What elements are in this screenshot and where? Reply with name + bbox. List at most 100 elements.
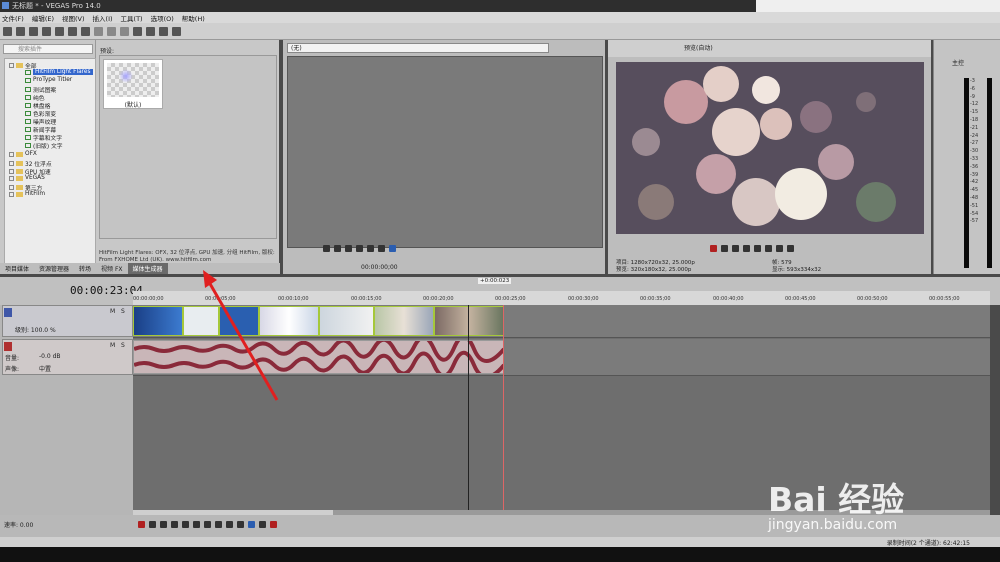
video-clip[interactable] xyxy=(434,306,504,336)
pause-icon[interactable] xyxy=(345,245,352,252)
preset-description: HitFilm Light Flares: OFX, 32 位浮点, GPU 加… xyxy=(99,250,275,263)
volume-value[interactable]: -0.0 dB xyxy=(39,353,61,360)
tree-item-ofx[interactable]: OFX xyxy=(9,151,37,157)
snapping-icon[interactable] xyxy=(259,521,266,528)
play-from-start-icon[interactable] xyxy=(160,521,167,528)
pause-icon[interactable] xyxy=(754,245,761,252)
tree-item-legacy-text[interactable]: (旧版) 文字 xyxy=(25,141,63,150)
stop-icon[interactable] xyxy=(356,245,363,252)
tab-video-fx[interactable]: 视频 FX xyxy=(96,263,127,274)
open-file-icon[interactable] xyxy=(16,26,25,36)
solo-button[interactable]: S xyxy=(121,342,125,349)
tree-item-vegas[interactable]: VEGAS xyxy=(9,175,45,181)
video-track-header[interactable]: 级别: 100.0 % M S xyxy=(2,305,133,337)
play-icon[interactable] xyxy=(743,245,750,252)
save-as-icon[interactable] xyxy=(42,26,51,36)
preview-info-right: 帧: 579 显示: 593x334x32 xyxy=(772,260,822,273)
menu-edit[interactable]: 编辑(E) xyxy=(32,13,54,23)
audio-track-header[interactable]: 音量: -0.0 dB 声像: 中置 M S xyxy=(2,339,133,375)
save-icon[interactable] xyxy=(29,26,38,36)
record-icon[interactable] xyxy=(710,245,717,252)
current-time-display: 00:00:23:04 xyxy=(70,284,143,297)
master-bus-panel: 主控 -3 -6 -9 -12 -15 -18 -21 -24 -27 -30 -33 -36 -39-… xyxy=(933,40,1000,274)
next-frame-icon[interactable] xyxy=(378,245,385,252)
loop-icon[interactable] xyxy=(149,521,156,528)
go-to-start-icon[interactable] xyxy=(776,245,783,252)
main-transport xyxy=(138,521,277,528)
expand-icon[interactable] xyxy=(9,161,14,166)
playback-rate[interactable]: 速率: 0.00 xyxy=(4,520,33,529)
record-icon[interactable] xyxy=(138,521,145,528)
loop-icon[interactable] xyxy=(323,245,330,252)
delete-icon[interactable] xyxy=(270,521,277,528)
tab-explorer[interactable]: 资源管理器 xyxy=(34,263,74,274)
stop-icon[interactable] xyxy=(193,521,200,528)
redo-icon[interactable] xyxy=(146,26,155,36)
trim-icon[interactable] xyxy=(159,26,168,36)
video-clip[interactable] xyxy=(133,306,183,336)
stop-icon[interactable] xyxy=(765,245,772,252)
preset-default[interactable]: (默认) xyxy=(103,59,163,109)
playhead-cursor[interactable] xyxy=(468,305,469,510)
menu-tools[interactable]: 工具(T) xyxy=(121,13,143,23)
render-icon[interactable] xyxy=(55,26,64,36)
go-to-end-icon[interactable] xyxy=(787,245,794,252)
trimmer-time: 00:00:00;00 xyxy=(361,264,398,271)
annotation-arrow xyxy=(203,270,279,401)
video-level[interactable]: 级别: 100.0 % xyxy=(15,325,56,334)
play-from-start-icon[interactable] xyxy=(732,245,739,252)
plugin-search-input[interactable]: 搜索插件 xyxy=(3,44,93,54)
pause-icon[interactable] xyxy=(182,521,189,528)
add-to-timeline-icon[interactable] xyxy=(389,245,396,252)
menu-options[interactable]: 选项(O) xyxy=(151,13,174,23)
edit-tool-icon[interactable] xyxy=(248,521,255,528)
properties-icon[interactable] xyxy=(68,26,77,36)
cut-icon[interactable] xyxy=(94,26,103,36)
loop-icon[interactable] xyxy=(721,245,728,252)
collapse-icon[interactable] xyxy=(9,63,14,68)
copy-icon[interactable] xyxy=(107,26,116,36)
menu-view[interactable]: 视图(V) xyxy=(62,13,85,23)
mute-button[interactable]: M xyxy=(110,308,115,315)
expand-icon[interactable] xyxy=(9,191,14,197)
audio-clip[interactable] xyxy=(133,334,506,379)
video-clip[interactable] xyxy=(374,306,434,336)
next-frame-icon[interactable] xyxy=(237,521,244,528)
tab-project-media[interactable]: 项目媒体 xyxy=(0,263,34,274)
menu-help[interactable]: 帮助(H) xyxy=(182,13,205,23)
tab-transitions[interactable]: 转场 xyxy=(74,263,96,274)
prev-frame-icon[interactable] xyxy=(367,245,374,252)
tab-media-generators[interactable]: 媒体生成器 xyxy=(127,263,168,274)
tree-item-hitfilm[interactable]: HitFilm xyxy=(9,191,45,197)
menu-insert[interactable]: 插入(I) xyxy=(93,13,113,23)
preview-quality-select[interactable]: 预览(自动) xyxy=(684,45,713,52)
expand-icon[interactable] xyxy=(9,169,14,174)
expand-icon[interactable] xyxy=(9,175,14,181)
plugin-icon xyxy=(25,69,31,75)
undo-icon[interactable] xyxy=(133,26,142,36)
prev-frame-icon[interactable] xyxy=(226,521,233,528)
help-icon[interactable] xyxy=(172,26,181,36)
go-to-end-icon[interactable] xyxy=(215,521,222,528)
play-icon[interactable] xyxy=(171,521,178,528)
menu-file[interactable]: 文件(F) xyxy=(2,13,24,23)
expand-icon[interactable] xyxy=(9,185,14,190)
play-icon[interactable] xyxy=(334,245,341,252)
mute-button[interactable]: M xyxy=(110,342,115,349)
tree-item-hitfilm-light-flares[interactable]: HitFilm Light Flares xyxy=(25,69,93,75)
solo-button[interactable]: S xyxy=(121,308,125,315)
go-to-start-icon[interactable] xyxy=(204,521,211,528)
loop-end-marker[interactable] xyxy=(503,305,504,510)
ruler-mark: 00:00:35;00 xyxy=(640,296,671,302)
settings-gear-icon[interactable] xyxy=(81,26,90,36)
tree-item-protype-titler[interactable]: ProType Titler xyxy=(25,77,72,83)
video-clip[interactable] xyxy=(319,306,374,336)
trimmer-source-select[interactable]: (无) xyxy=(287,43,549,53)
plugin-icon xyxy=(25,103,31,108)
folder-icon xyxy=(16,191,23,197)
paste-icon[interactable] xyxy=(120,26,129,36)
pan-value[interactable]: 中置 xyxy=(39,364,51,373)
expand-icon[interactable] xyxy=(9,151,14,157)
level-meter-right xyxy=(987,78,992,268)
new-file-icon[interactable] xyxy=(3,26,12,36)
